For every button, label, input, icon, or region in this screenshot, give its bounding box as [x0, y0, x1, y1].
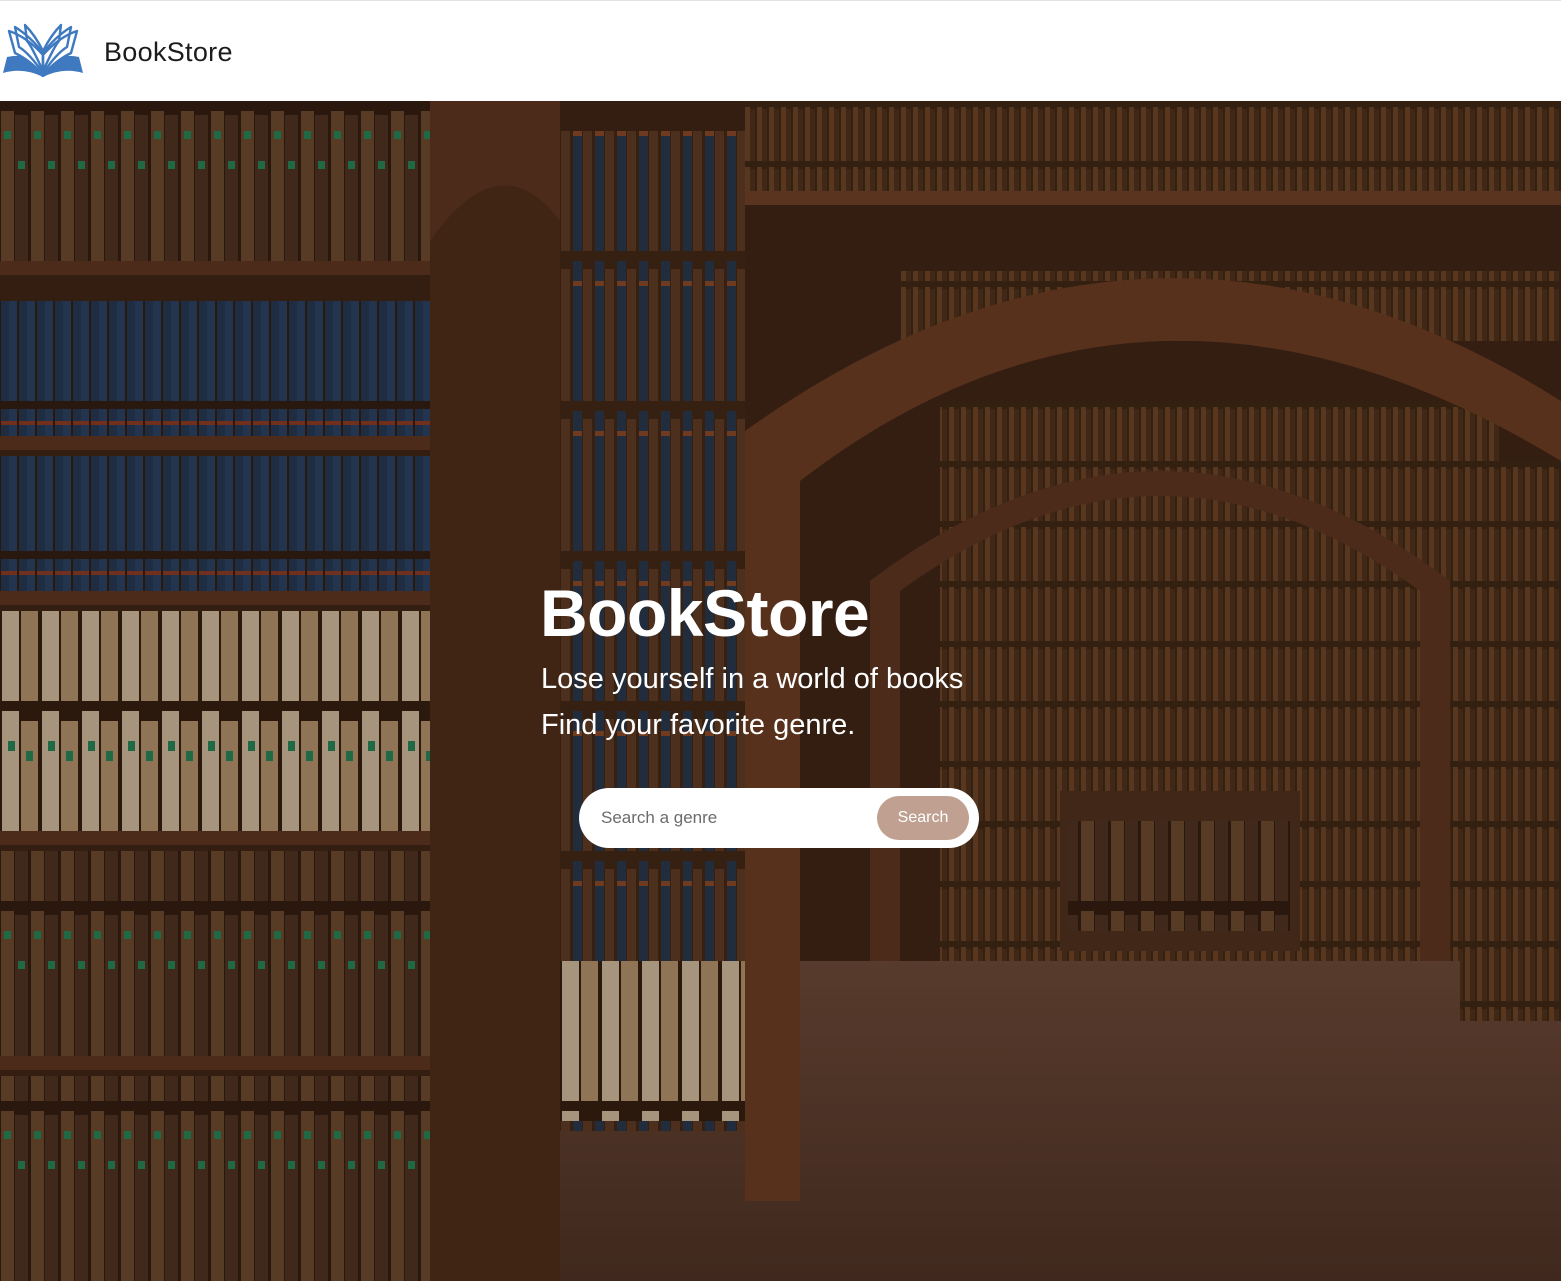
hero-subtitle-line2: Find your favorite genre.	[541, 709, 856, 741]
search-bar: Search	[579, 788, 979, 848]
hero-section: BookStore Lose yourself in a world of bo…	[0, 101, 1561, 1281]
hero-title: BookStore	[540, 576, 870, 650]
navbar: BookStore	[0, 0, 1561, 101]
hero-subtitle-line1: Lose yourself in a world of books	[541, 663, 964, 695]
brand-name[interactable]: BookStore	[104, 35, 233, 69]
genre-search-input[interactable]	[599, 800, 869, 836]
search-button[interactable]: Search	[877, 796, 969, 840]
open-book-icon[interactable]	[1, 23, 85, 81]
